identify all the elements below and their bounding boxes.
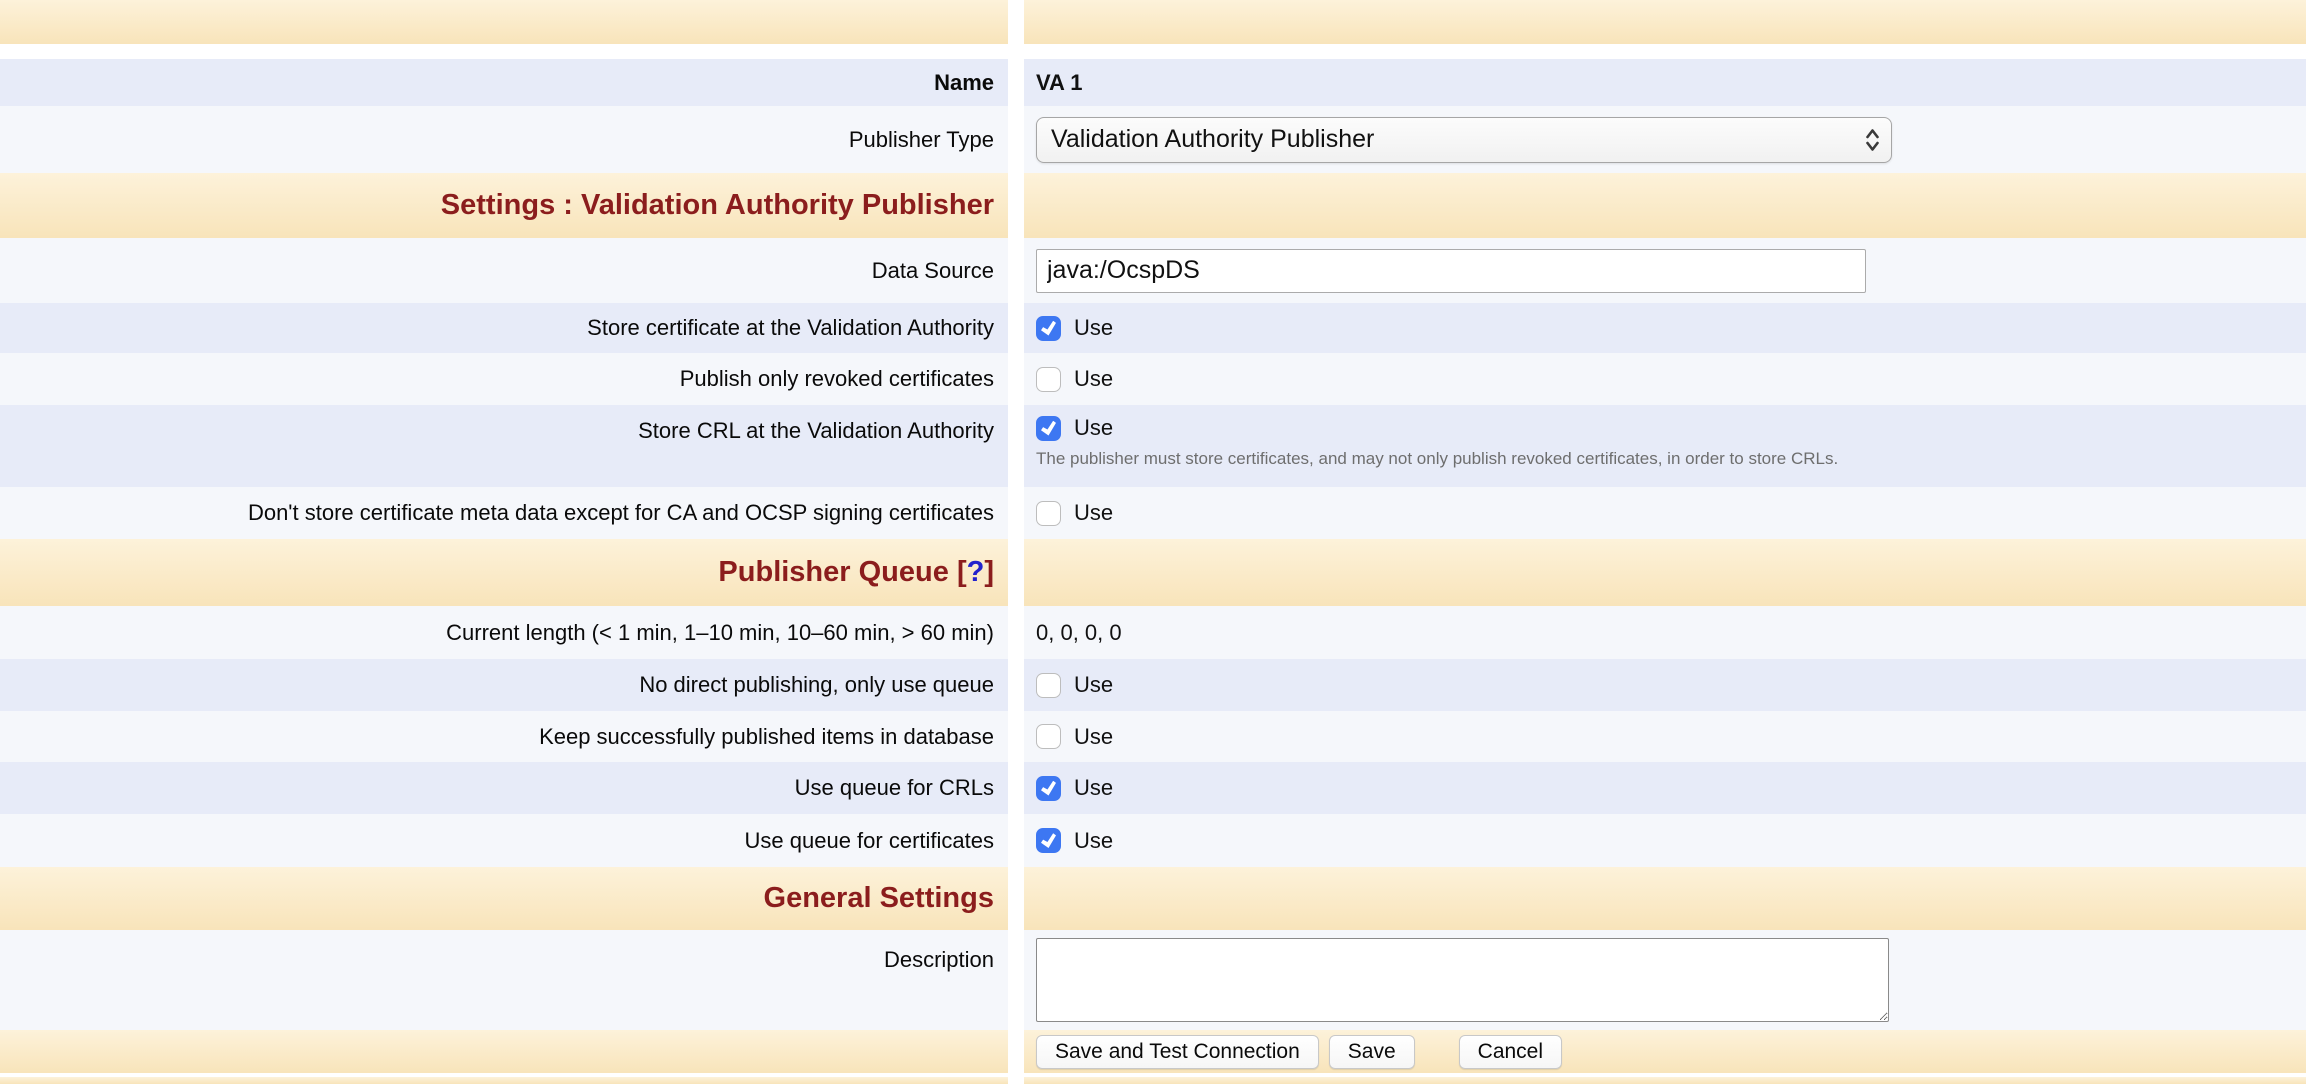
edit-publisher-page: Name VA 1 Publisher Type Validation Auth… [0,0,2306,1084]
keep-published-checkbox[interactable] [1036,724,1061,749]
name-label: Name [934,69,994,97]
row-name: Name VA 1 [0,59,2306,106]
queue-crls-checkbox[interactable] [1036,776,1061,801]
data-source-input[interactable] [1036,249,1866,293]
queue-crls-label: Use queue for CRLs [795,774,994,802]
select-up-down-arrows-icon [1864,126,1881,154]
publish-revoked-use-label: Use [1074,366,1113,392]
row-queue-certs: Use queue for certificates Use [0,814,2306,867]
row-queue-crls: Use queue for CRLs Use [0,762,2306,814]
row-store-crl: Store CRL at the Validation Authority Us… [0,405,2306,487]
publisher-type-label: Publisher Type [849,126,994,154]
store-crl-use-label: Use [1074,415,1113,441]
description-label: Description [884,946,994,974]
help-bracket-open: [ [957,556,967,588]
store-crl-label: Store CRL at the Validation Authority [638,417,994,445]
keep-published-use-label: Use [1074,724,1113,750]
store-crl-note: The publisher must store certificates, a… [1036,449,1838,469]
publish-revoked-checkbox[interactable] [1036,367,1061,392]
data-source-label: Data Source [872,257,994,285]
row-queue-header: Publisher Queue [?] [0,539,2306,606]
description-textarea[interactable] [1036,938,1889,1022]
publisher-type-select[interactable]: Validation Authority Publisher [1036,117,1892,163]
row-no-direct: No direct publishing, only use queue Use [0,659,2306,711]
row-keep-published: Keep successfully published items in dat… [0,711,2306,762]
no-direct-checkbox[interactable] [1036,673,1061,698]
current-length-label: Current length (< 1 min, 1–10 min, 10–60… [446,619,994,647]
dont-store-meta-label: Don't store certificate meta data except… [248,499,994,527]
save-button[interactable]: Save [1329,1035,1415,1069]
queue-certs-checkbox[interactable] [1036,828,1061,853]
no-direct-label: No direct publishing, only use queue [639,671,994,699]
help-bracket-close: ] [984,556,994,588]
queue-certs-use-label: Use [1074,828,1113,854]
queue-certs-label: Use queue for certificates [745,827,994,855]
publisher-queue-title: Publisher Queue [718,556,948,588]
queue-crls-use-label: Use [1074,775,1113,801]
row-settings-header: Settings : Validation Authority Publishe… [0,173,2306,238]
publisher-queue-section-header: Publisher Queue [?] [718,557,994,589]
top-band [0,0,2306,44]
cancel-button[interactable]: Cancel [1459,1035,1562,1069]
no-direct-use-label: Use [1074,672,1113,698]
dont-store-meta-use-label: Use [1074,500,1113,526]
row-store-certificate: Store certificate at the Validation Auth… [0,303,2306,353]
row-description: Description [0,930,2306,1030]
publish-revoked-label: Publish only revoked certificates [680,365,994,393]
row-data-source: Data Source [0,238,2306,303]
top-spacer [0,44,2306,59]
row-general-header: General Settings [0,867,2306,930]
name-value: VA 1 [1036,70,1082,96]
bottom-band [0,1077,2306,1084]
settings-section-header: Settings : Validation Authority Publishe… [441,190,994,222]
general-settings-section-header: General Settings [764,883,994,915]
store-certificate-use-label: Use [1074,315,1113,341]
row-dont-store-meta: Don't store certificate meta data except… [0,487,2306,539]
save-and-test-connection-button[interactable]: Save and Test Connection [1036,1035,1319,1069]
publisher-queue-help-link[interactable]: ? [967,556,985,588]
store-crl-checkbox[interactable] [1036,416,1061,441]
publisher-type-selected-value: Validation Authority Publisher [1051,125,1374,154]
store-certificate-label: Store certificate at the Validation Auth… [587,314,994,342]
row-publish-revoked: Publish only revoked certificates Use [0,353,2306,405]
current-length-value: 0, 0, 0, 0 [1036,620,1122,646]
dont-store-meta-checkbox[interactable] [1036,501,1061,526]
row-buttons: Save and Test Connection Save Cancel [0,1030,2306,1073]
row-publisher-type: Publisher Type Validation Authority Publ… [0,106,2306,173]
keep-published-label: Keep successfully published items in dat… [539,723,994,751]
row-current-length: Current length (< 1 min, 1–10 min, 10–60… [0,606,2306,659]
store-certificate-checkbox[interactable] [1036,316,1061,341]
